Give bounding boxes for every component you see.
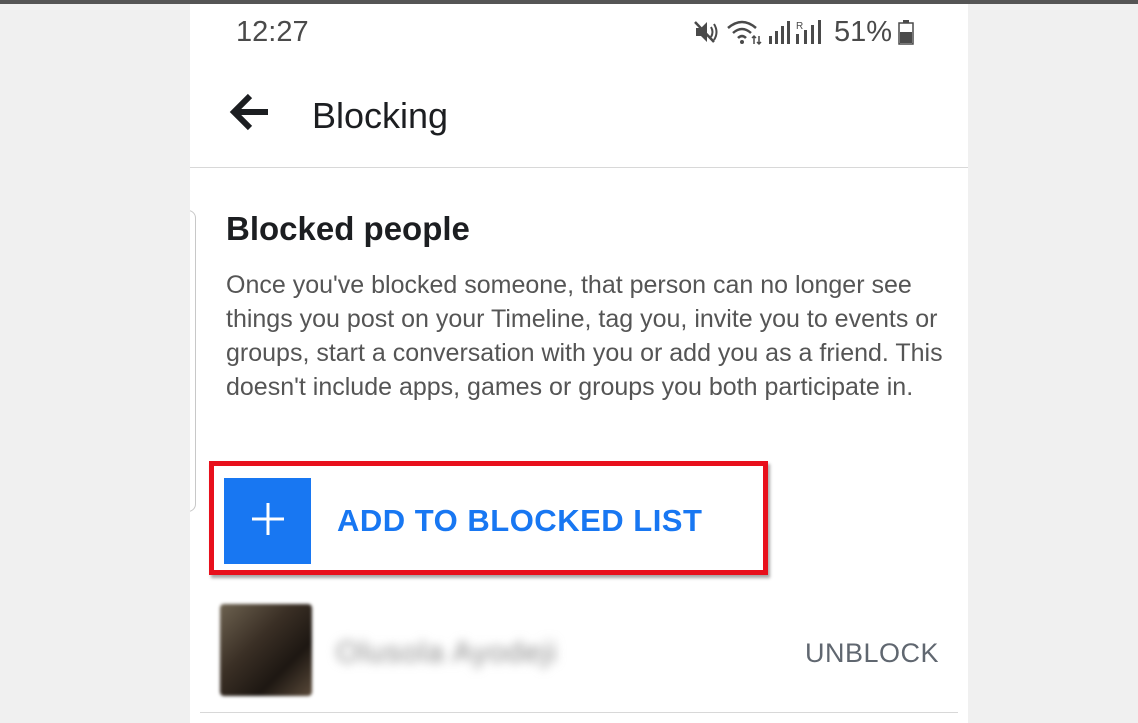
svg-text:R: R (796, 21, 803, 32)
add-to-blocked-list-label: ADD TO BLOCKED LIST (337, 503, 703, 538)
status-bar: 12:27 R 51% (190, 4, 968, 62)
add-to-blocked-list-button[interactable]: ADD TO BLOCKED LIST (224, 478, 744, 564)
phone-screen: 12:27 R 51% Blocking Blocked people Once… (190, 4, 968, 723)
roaming-signal-icon: R (796, 18, 824, 46)
back-arrow-icon (228, 93, 272, 138)
unblock-button[interactable]: UNBLOCK (805, 638, 939, 669)
status-time: 12:27 (236, 16, 309, 48)
divider (200, 712, 958, 713)
battery-icon (898, 18, 914, 46)
app-bar: Blocking (190, 62, 968, 168)
section-title: Blocked people (226, 210, 470, 247)
card-edge (190, 210, 196, 512)
section-description: Once you've blocked someone, that person… (226, 271, 943, 401)
blocked-person-row: Olusola Ayodeji UNBLOCK (190, 600, 968, 710)
blocked-person-name: Olusola Ayodeji (336, 636, 558, 669)
plus-icon (248, 499, 288, 544)
avatar (220, 604, 312, 696)
wifi-icon (726, 18, 762, 46)
add-icon-box (224, 478, 311, 564)
back-button[interactable] (228, 90, 272, 134)
page-title: Blocking (312, 95, 449, 136)
status-icons: R 51% (692, 14, 914, 50)
battery-percent: 51% (834, 15, 893, 48)
signal-icon (768, 18, 790, 46)
mute-icon (692, 18, 720, 46)
